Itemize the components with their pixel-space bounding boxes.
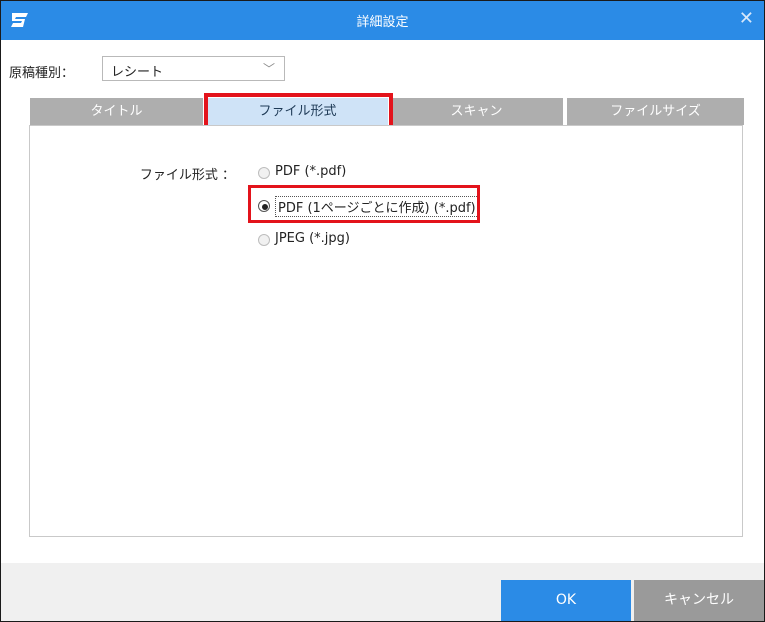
- tab-file-size[interactable]: ファイルサイズ: [567, 98, 744, 125]
- button-bar: OK キャンセル: [1, 563, 764, 621]
- tab-title[interactable]: タイトル: [30, 98, 203, 125]
- radio-button: [258, 234, 270, 246]
- document-type-value: レシート: [111, 65, 164, 80]
- cancel-button[interactable]: キャンセル: [634, 580, 764, 621]
- chevron-down-icon: ﹀: [262, 62, 275, 76]
- window-title: 詳細設定: [356, 15, 409, 30]
- settings-dialog: 詳細設定 ✕ 原稿種別： レシート ﹀ タイトル ファイル形式 スキャン ファイ…: [0, 0, 765, 622]
- document-type-label: 原稿種別：: [9, 66, 75, 81]
- tab-scan[interactable]: スキャン: [390, 98, 563, 125]
- title-bar: 詳細設定 ✕: [1, 1, 764, 40]
- radio-label: JPEG (*.jpg): [275, 231, 350, 246]
- close-icon[interactable]: ✕: [739, 9, 754, 29]
- option-highlight-frame: [248, 185, 480, 223]
- ok-button[interactable]: OK: [501, 580, 631, 621]
- document-type-dropdown[interactable]: レシート ﹀: [102, 56, 285, 81]
- radio-button: [258, 167, 270, 179]
- file-format-label: ファイル形式 ：: [139, 168, 235, 183]
- radio-label: PDF (*.pdf): [275, 164, 347, 179]
